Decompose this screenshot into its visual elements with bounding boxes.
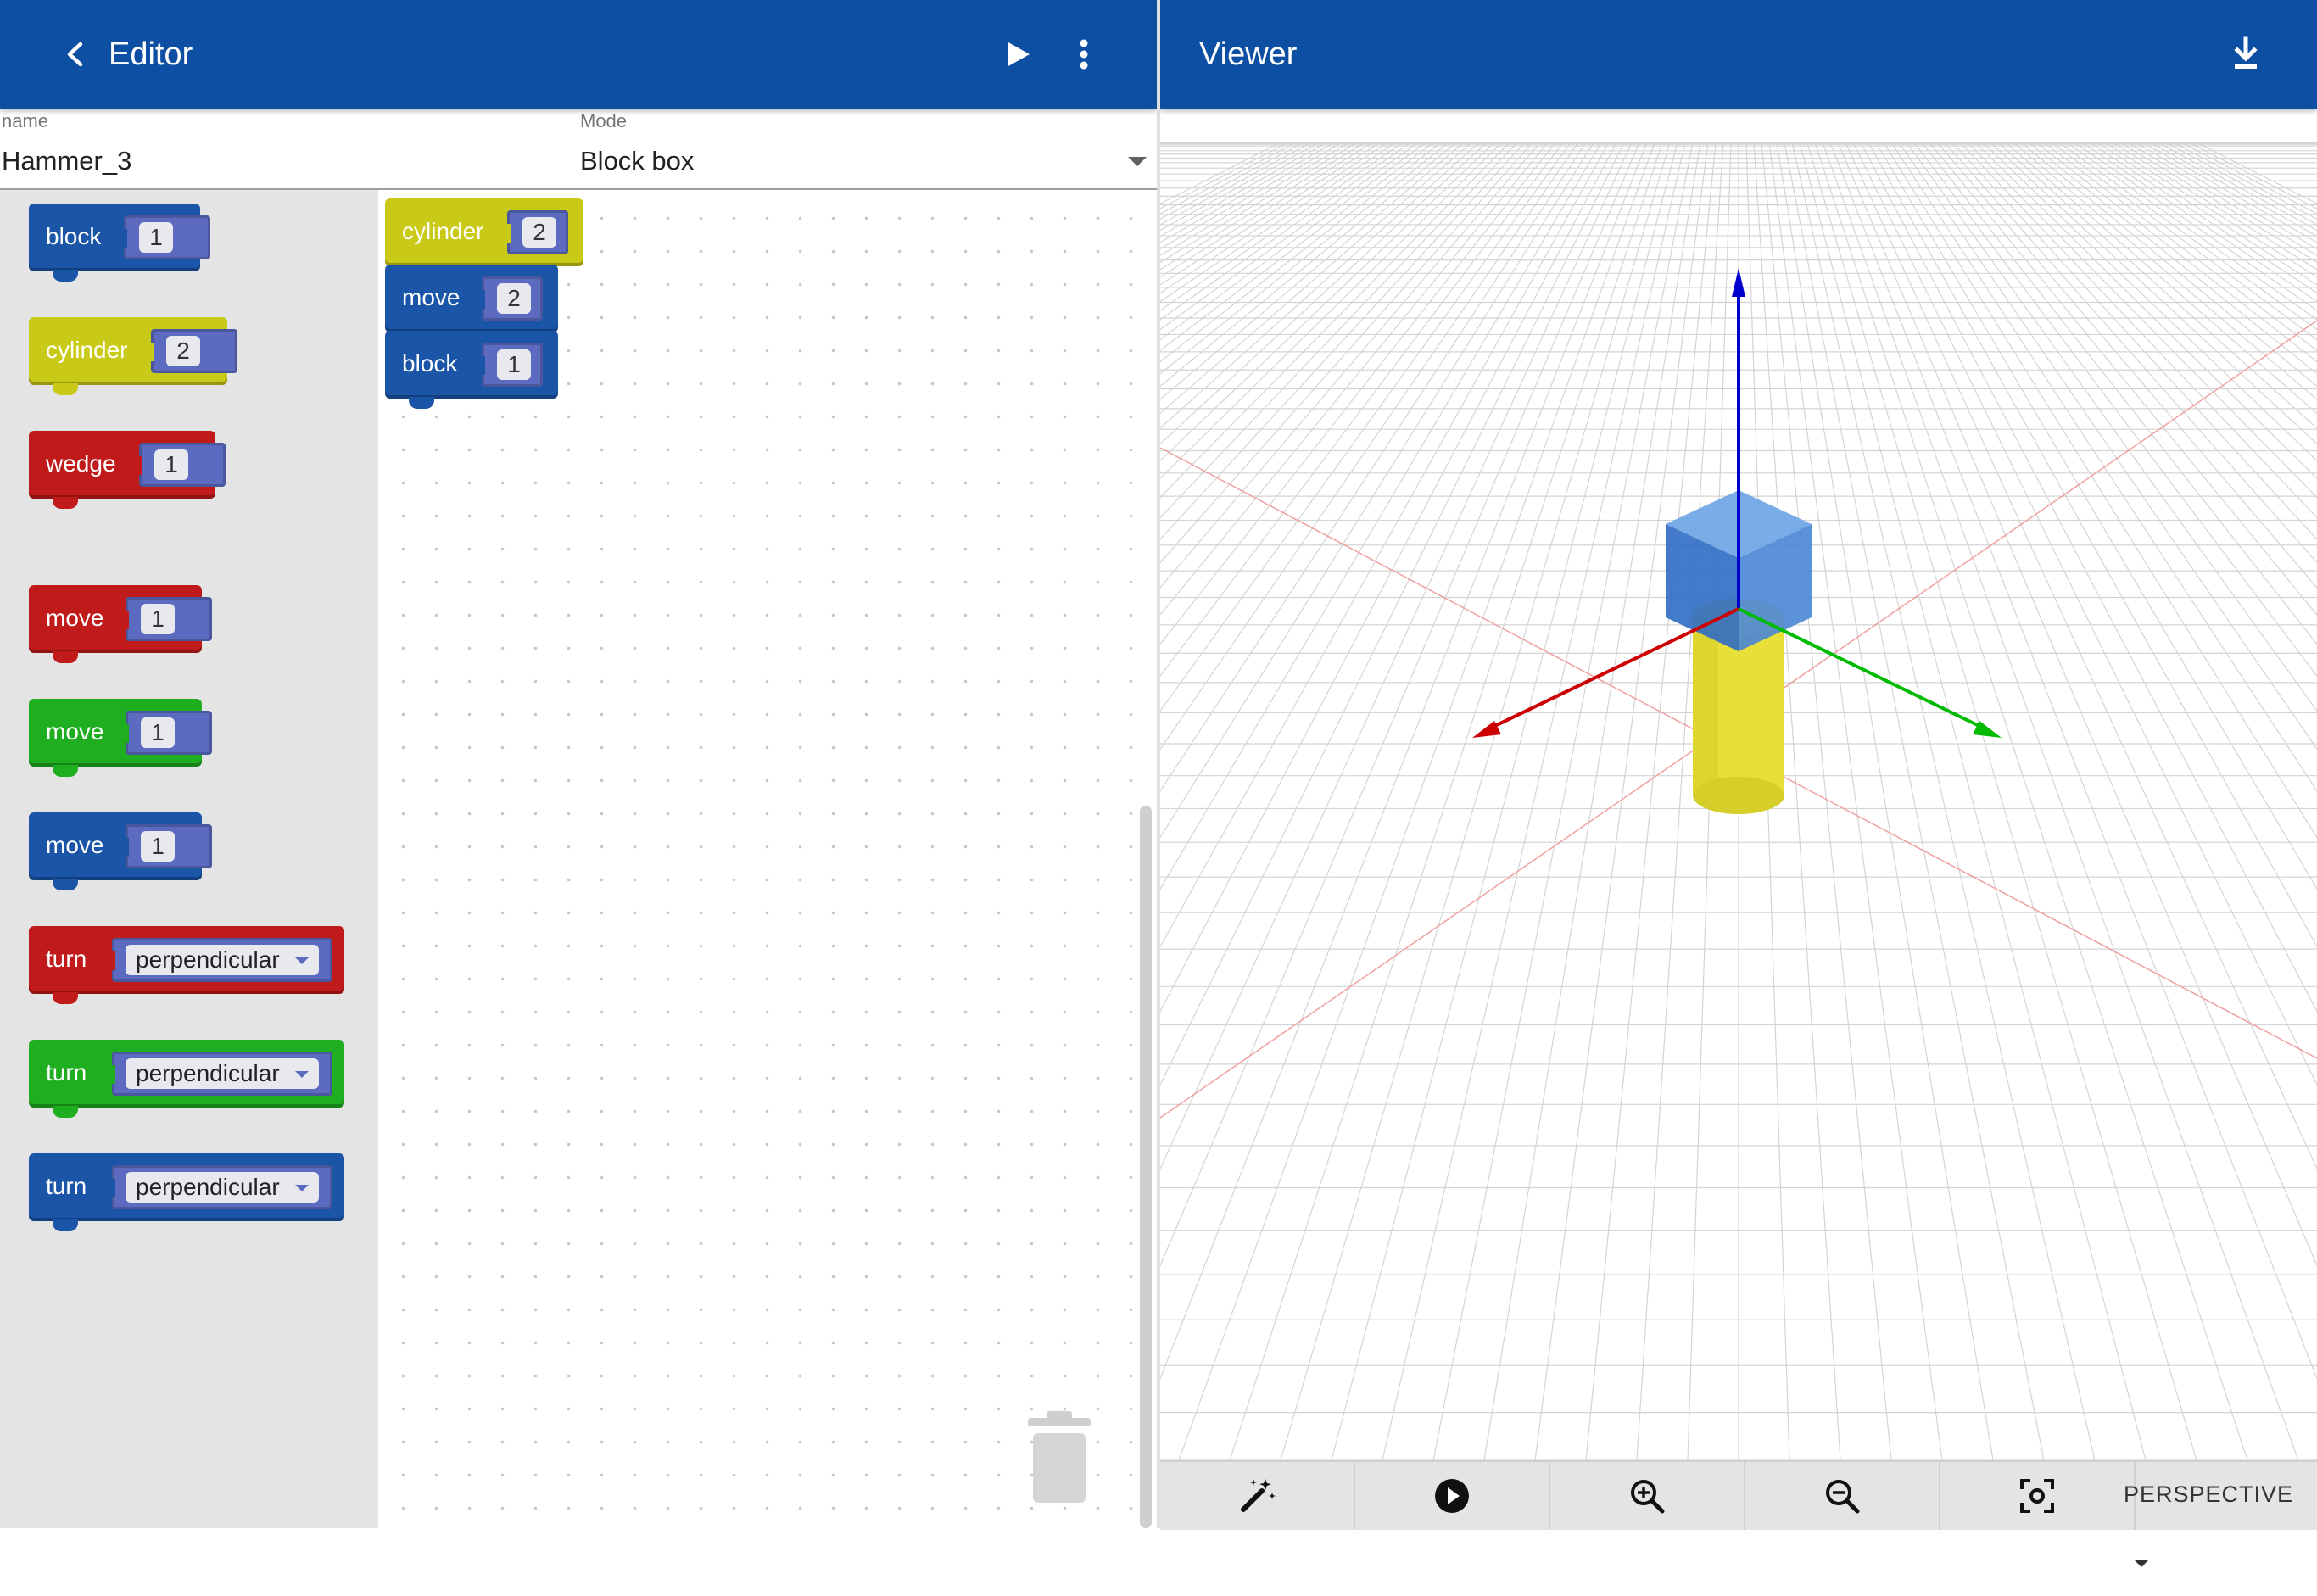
viewer-canvas[interactable] — [1160, 109, 2317, 1460]
workspace-block[interactable]: cylinder 2 — [385, 198, 583, 276]
caret-down-icon — [2134, 1560, 2149, 1568]
caret-down-icon — [294, 1071, 309, 1078]
more-vert-icon — [1080, 39, 1088, 70]
magic-wand-icon — [1241, 1479, 1276, 1512]
block-value[interactable]: 1 — [497, 349, 531, 380]
center-focus-icon — [2020, 1479, 2054, 1513]
block-label: block — [402, 350, 458, 377]
block-value[interactable]: 1 — [154, 449, 188, 480]
block-label: cylinder — [46, 337, 128, 363]
zoom-in-button[interactable] — [1550, 1462, 1745, 1530]
editor-appbar: Editor — [0, 0, 1157, 109]
block-value[interactable]: 1 — [139, 222, 173, 253]
play-circle-icon — [1435, 1479, 1469, 1513]
back-button[interactable] — [51, 29, 102, 80]
block-value[interactable]: 1 — [141, 604, 175, 634]
block-label: wedge — [46, 450, 116, 477]
projection-label: PERSPECTIVE — [2124, 1482, 2294, 1507]
block-label: move — [402, 284, 461, 310]
magic-wand-button[interactable] — [1160, 1462, 1355, 1530]
toolbox-block[interactable]: move 1 — [29, 699, 212, 777]
zoom-out-button[interactable] — [1745, 1462, 1940, 1530]
block-value[interactable]: 2 — [166, 336, 200, 366]
block-label: cylinder — [402, 218, 484, 244]
toolbox-block[interactable]: turn perpendicular — [29, 926, 344, 1004]
turn-dropdown[interactable]: perpendicular — [126, 945, 319, 975]
toolbox-block[interactable]: block 1 — [29, 204, 210, 282]
turn-dropdown[interactable]: perpendicular — [126, 1058, 319, 1089]
block-label: turn — [46, 1173, 87, 1199]
workspace-block[interactable]: block 1 — [385, 331, 558, 409]
block-value[interactable]: 2 — [522, 217, 556, 248]
chevron-left-icon — [67, 42, 83, 67]
caret-down-icon — [294, 1185, 309, 1191]
projection-select[interactable]: PERSPECTIVE — [2124, 1460, 2317, 1568]
center-focus-button[interactable] — [1940, 1462, 2136, 1530]
toolbox-block[interactable]: move 1 — [29, 812, 212, 890]
name-label: name — [2, 110, 49, 131]
block-label: turn — [46, 946, 87, 972]
run-button[interactable] — [994, 31, 1041, 78]
zoom-in-icon — [1631, 1480, 1665, 1514]
mode-label: Mode — [580, 110, 628, 131]
zoom-out-icon — [1826, 1480, 1860, 1514]
block-label: move — [46, 832, 104, 858]
editor-title: Editor — [109, 36, 193, 72]
block-label: move — [46, 605, 104, 631]
workspace-block[interactable]: move 2 — [385, 265, 558, 343]
download-icon — [2234, 36, 2258, 69]
toolbox-block[interactable]: turn perpendicular — [29, 1153, 344, 1231]
toolbox-block[interactable]: turn perpendicular — [29, 1040, 344, 1118]
block-value[interactable]: 1 — [141, 831, 175, 862]
block-label: move — [46, 718, 104, 745]
more-menu-button[interactable] — [1060, 31, 1108, 78]
mode-select[interactable]: Block box — [580, 146, 694, 176]
play-icon — [1008, 42, 1030, 66]
viewer-appbar: Viewer — [1160, 0, 2317, 109]
toolbox-block[interactable]: move 1 — [29, 585, 212, 663]
caret-down-icon[interactable] — [1128, 157, 1147, 166]
download-button[interactable] — [2220, 29, 2271, 80]
trash-icon[interactable] — [1025, 1411, 1094, 1506]
play-circle-button[interactable] — [1355, 1462, 1550, 1530]
viewer-title: Viewer — [1199, 36, 1298, 72]
panel-divider — [1157, 0, 1160, 1528]
workspace-scrollbar[interactable] — [1140, 806, 1152, 1528]
caret-down-icon — [294, 957, 309, 964]
block-label: block — [46, 223, 102, 249]
toolbox-block[interactable]: wedge 1 — [29, 431, 226, 509]
toolbox-block[interactable]: cylinder 2 — [29, 317, 237, 395]
block-label: turn — [46, 1059, 87, 1085]
block-value[interactable]: 2 — [497, 283, 531, 314]
block-value[interactable]: 1 — [141, 717, 175, 748]
turn-dropdown[interactable]: perpendicular — [126, 1172, 319, 1203]
name-input[interactable]: Hammer_3 — [2, 146, 131, 176]
